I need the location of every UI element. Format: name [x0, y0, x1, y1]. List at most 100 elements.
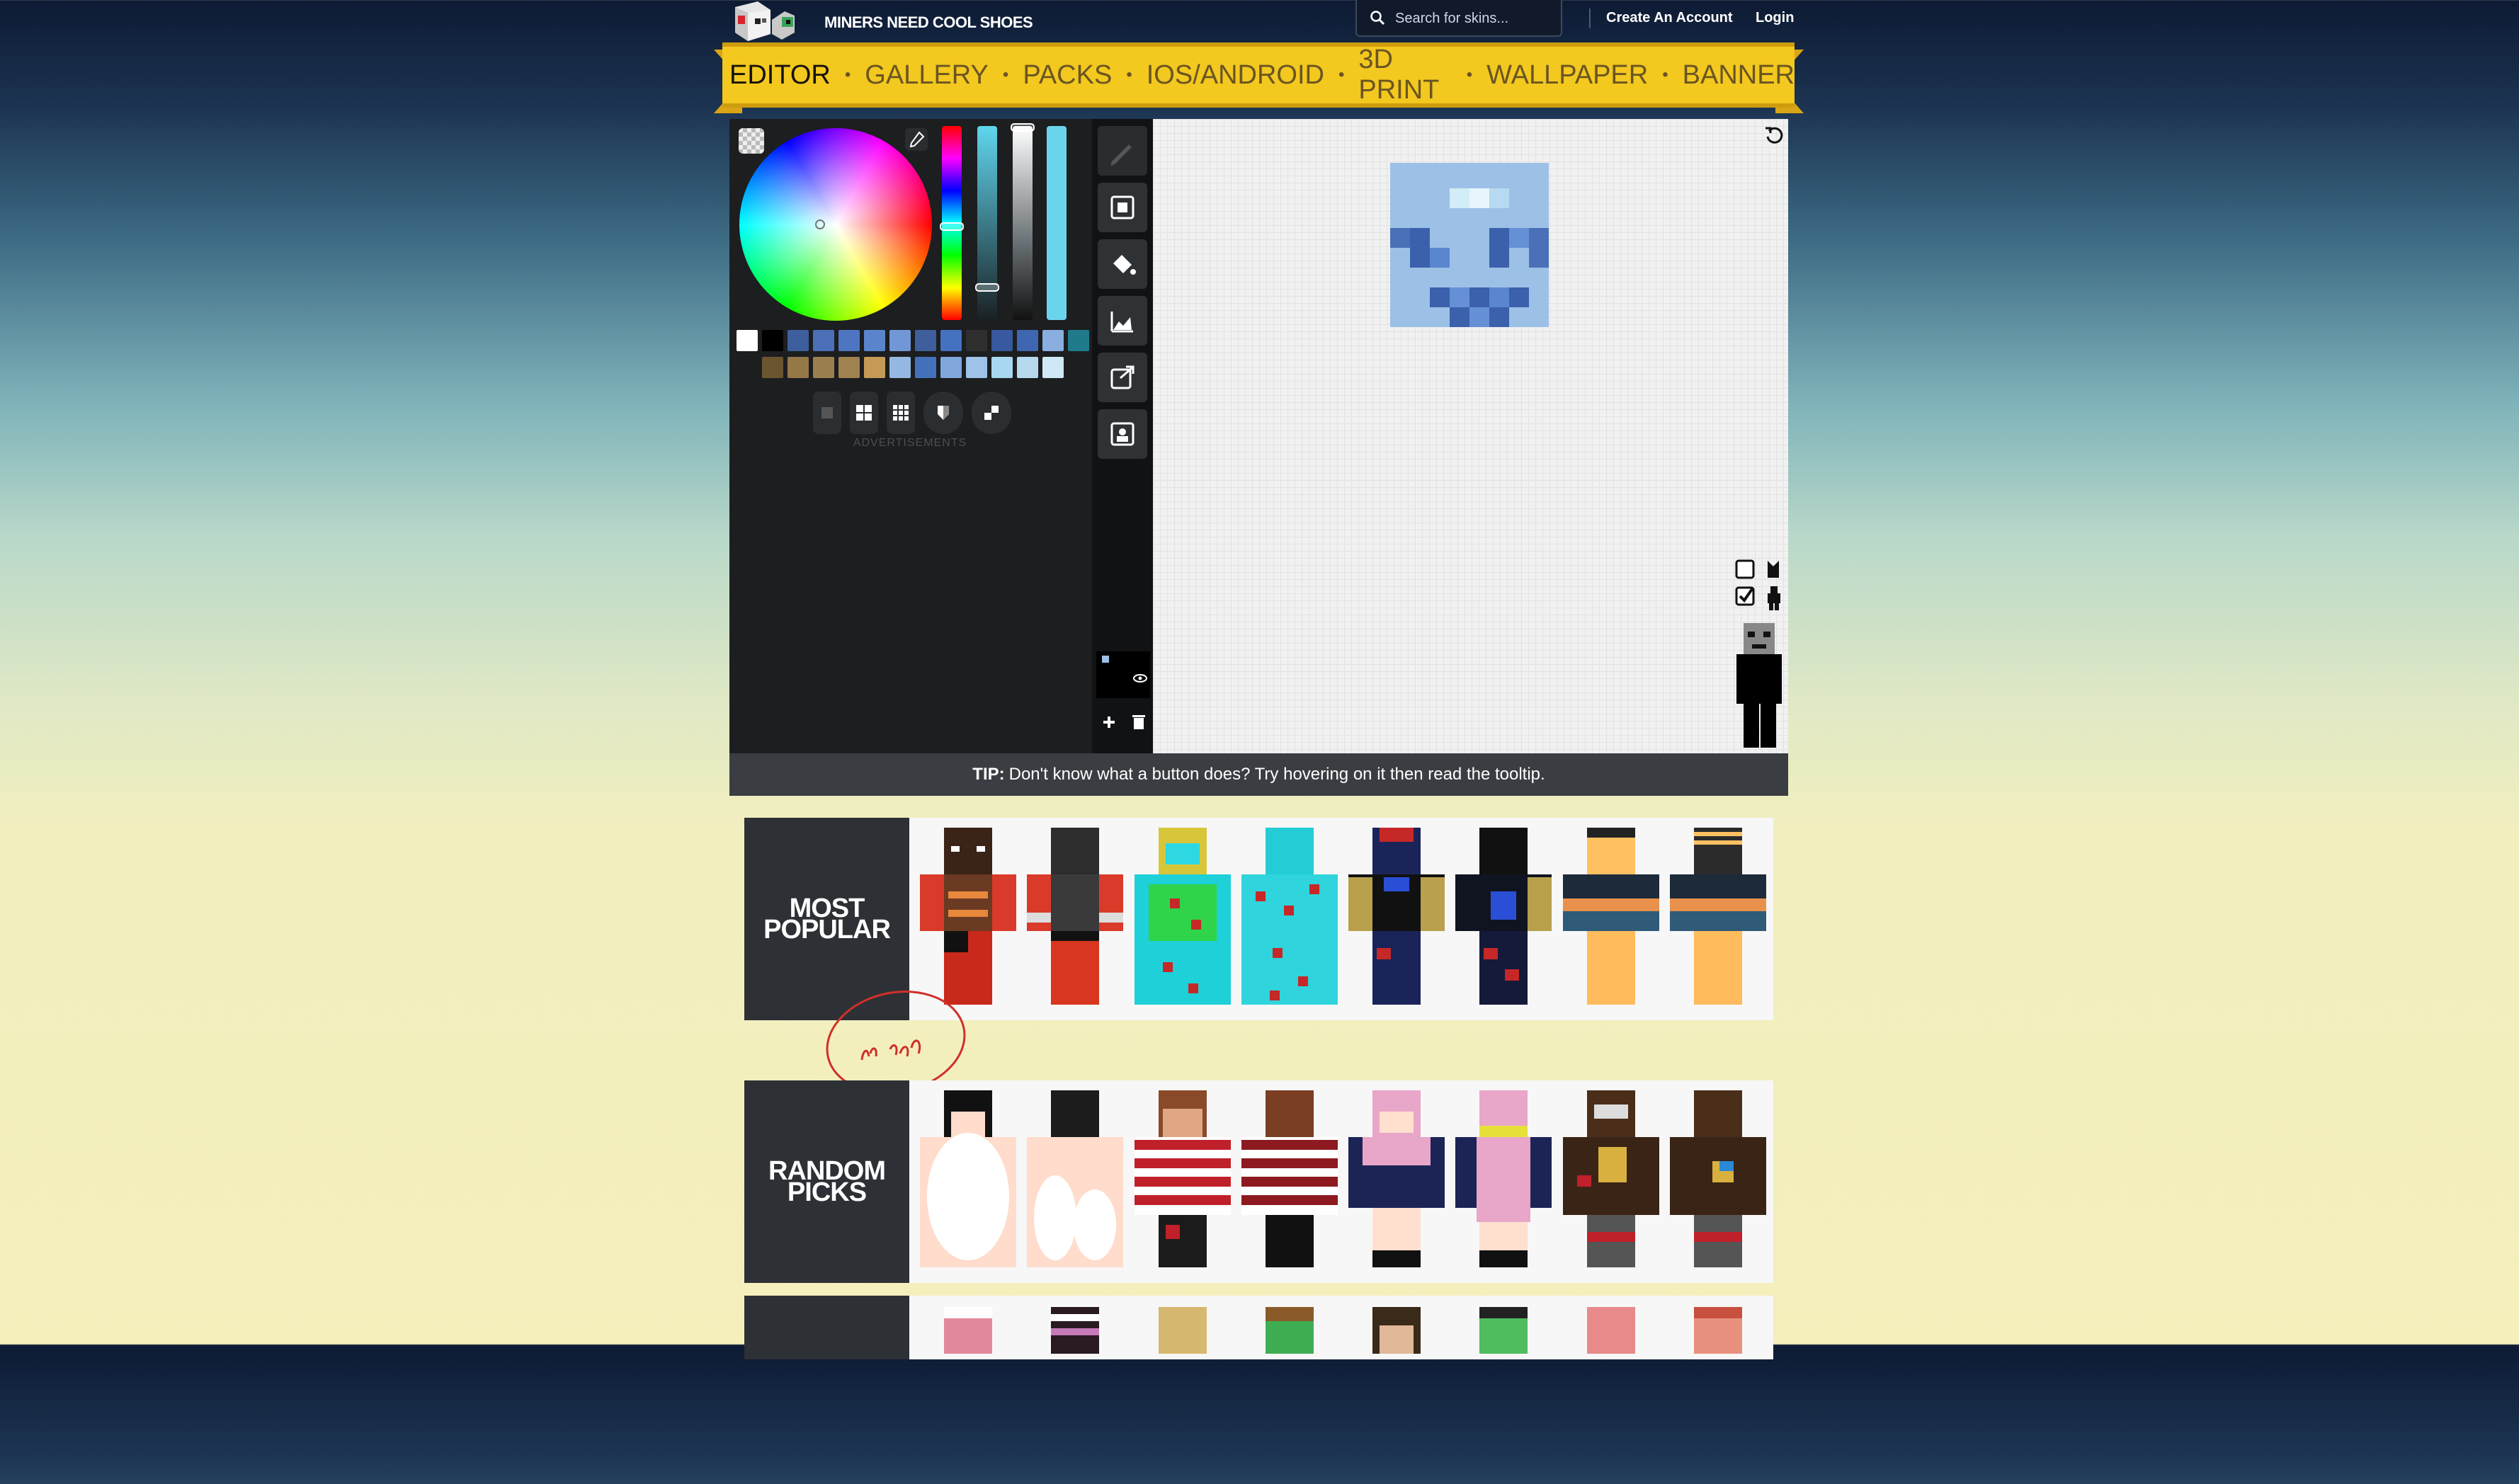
- nav-separator: •: [1002, 65, 1009, 84]
- color-swatch[interactable]: [966, 357, 987, 378]
- color-swatch[interactable]: [864, 357, 885, 378]
- skin-thumbnail[interactable]: [1134, 1090, 1231, 1267]
- mirror-toggle-button[interactable]: [972, 392, 1011, 434]
- nav-packs[interactable]: PACKS: [1023, 60, 1112, 91]
- add-layer-icon[interactable]: [1096, 704, 1122, 740]
- tip-text: Don't know what a button does? Try hover…: [1008, 765, 1545, 784]
- create-account-link[interactable]: Create An Account: [1606, 10, 1733, 26]
- export-icon[interactable]: [1098, 353, 1147, 402]
- skin-thumbnail[interactable]: [1670, 1307, 1766, 1484]
- alpha-slider[interactable]: [1047, 126, 1067, 320]
- color-wheel[interactable]: [739, 128, 932, 321]
- skin-thumbnail[interactable]: [1455, 1307, 1552, 1484]
- color-swatch[interactable]: [813, 357, 834, 378]
- helmet-icon: [1768, 561, 1779, 578]
- transparent-color-icon[interactable]: [739, 128, 764, 154]
- avatar-icon[interactable]: [1098, 409, 1147, 459]
- login-link[interactable]: Login: [1756, 10, 1794, 26]
- skin-thumbnail[interactable]: [1562, 828, 1659, 1005]
- color-wheel-cursor[interactable]: [815, 219, 825, 229]
- skin-thumbnail[interactable]: [920, 1090, 1016, 1267]
- skin-thumbnail[interactable]: [1027, 1090, 1124, 1267]
- skin-thumbnail[interactable]: [1348, 1090, 1445, 1267]
- nav-wallpaper[interactable]: WALLPAPER: [1486, 60, 1648, 91]
- lightness-slider[interactable]: [1011, 123, 1035, 320]
- color-swatch[interactable]: [787, 357, 809, 378]
- grid-small-button[interactable]: [887, 392, 915, 434]
- color-swatch[interactable]: [915, 330, 936, 351]
- nav-ios-android[interactable]: IOS/ANDROID: [1147, 60, 1324, 91]
- grid-large-button[interactable]: [850, 392, 878, 434]
- reset-icon[interactable]: [1763, 124, 1785, 149]
- armor-toggle-button[interactable]: [923, 392, 963, 434]
- color-swatch[interactable]: [1068, 330, 1089, 351]
- color-swatch[interactable]: [762, 357, 783, 378]
- color-swatch[interactable]: [838, 357, 860, 378]
- search-input[interactable]: [1394, 7, 1556, 30]
- skin-thumbnail[interactable]: [1241, 1090, 1338, 1267]
- color-swatch[interactable]: [864, 330, 885, 351]
- nav-gallery[interactable]: GALLERY: [865, 60, 989, 91]
- noise-icon[interactable]: [1098, 296, 1147, 346]
- delete-layer-icon[interactable]: [1126, 704, 1152, 740]
- color-swatches: [737, 330, 1091, 384]
- skin-thumbnail[interactable]: [920, 1307, 1016, 1484]
- skin-face-texture[interactable]: [1390, 163, 1549, 327]
- layer-thumbnail[interactable]: [1096, 651, 1150, 698]
- pencil-icon[interactable]: [1098, 126, 1147, 176]
- nav-separator: •: [1338, 65, 1345, 84]
- hue-slider[interactable]: [940, 126, 964, 320]
- skin-thumbnail[interactable]: [1241, 828, 1338, 1005]
- color-swatch[interactable]: [1017, 330, 1038, 351]
- site-name[interactable]: MINERS NEED COOL SHOES: [824, 13, 1033, 32]
- skin-thumbnail[interactable]: [1455, 828, 1552, 1005]
- skin-thumbnail[interactable]: [1348, 828, 1445, 1005]
- color-swatch[interactable]: [991, 330, 1013, 351]
- color-swatch[interactable]: [762, 330, 783, 351]
- color-swatch[interactable]: [889, 357, 911, 378]
- skin-thumbnail[interactable]: [1563, 1307, 1659, 1484]
- site-logo[interactable]: [729, 0, 813, 42]
- hue-slider-handle[interactable]: [940, 222, 964, 231]
- swatch-row: [737, 330, 1091, 351]
- saturation-slider-handle[interactable]: [975, 283, 999, 292]
- skin-thumbnail[interactable]: [1027, 828, 1124, 1005]
- skin-thumbnail[interactable]: [1455, 1090, 1552, 1267]
- skin-thumbnail[interactable]: [1135, 1307, 1231, 1484]
- select-icon[interactable]: [1098, 183, 1147, 232]
- skin-thumbnail[interactable]: [1027, 1307, 1123, 1484]
- skin-thumbnail[interactable]: [920, 828, 1016, 1005]
- nav-editor[interactable]: EDITOR: [729, 60, 831, 91]
- skin-thumbnail[interactable]: [1669, 828, 1766, 1005]
- search-box[interactable]: [1355, 0, 1562, 37]
- color-swatch[interactable]: [915, 357, 936, 378]
- color-swatch[interactable]: [940, 357, 962, 378]
- grid-off-button[interactable]: [813, 392, 841, 434]
- skin-thumbnail[interactable]: [1134, 828, 1231, 1005]
- bucket-icon[interactable]: [1098, 239, 1147, 289]
- color-swatch[interactable]: [1017, 357, 1038, 378]
- color-swatch[interactable]: [787, 330, 809, 351]
- color-swatch[interactable]: [940, 330, 962, 351]
- color-swatch[interactable]: [991, 357, 1013, 378]
- skin-thumbnail[interactable]: [1348, 1307, 1445, 1484]
- nav-banner[interactable]: BANNER: [1683, 60, 1795, 91]
- tip-prefix: TIP:: [972, 765, 1005, 784]
- color-swatch[interactable]: [1042, 357, 1064, 378]
- saturation-slider[interactable]: [975, 126, 999, 320]
- color-swatch[interactable]: [889, 330, 911, 351]
- header-divider: [1589, 8, 1591, 28]
- color-swatch[interactable]: [813, 330, 834, 351]
- advertisements-label: ADVERTISEMENTS: [853, 437, 967, 449]
- skin-thumbnail[interactable]: [1241, 1307, 1338, 1484]
- nav-3d-print[interactable]: 3D PRINT: [1358, 45, 1452, 105]
- color-swatch[interactable]: [838, 330, 860, 351]
- main-nav: EDITOR • GALLERY • PACKS • IOS/ANDROID •…: [722, 42, 1795, 108]
- color-swatch[interactable]: [737, 330, 758, 351]
- eyedropper-icon[interactable]: [905, 128, 928, 151]
- skin-thumbnail[interactable]: [1562, 1090, 1659, 1267]
- lightness-slider-handle[interactable]: [1011, 123, 1035, 132]
- skin-thumbnail[interactable]: [1669, 1090, 1766, 1267]
- color-swatch[interactable]: [966, 330, 987, 351]
- color-swatch[interactable]: [1042, 330, 1064, 351]
